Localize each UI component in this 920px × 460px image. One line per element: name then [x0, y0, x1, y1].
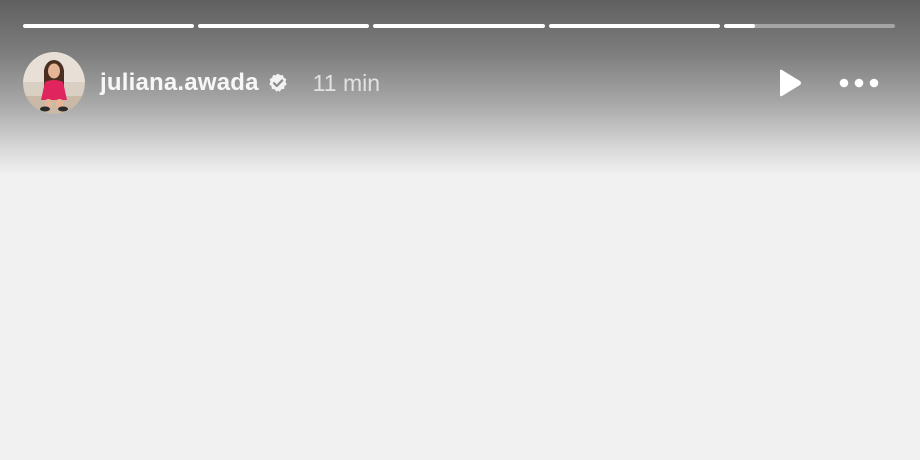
progress-segment-3 [373, 24, 545, 28]
progress-segment-4 [548, 24, 720, 28]
verified-badge-icon [267, 72, 289, 94]
progress-segment-fill [373, 24, 545, 28]
story-header: juliana.awada 11 min [23, 52, 895, 114]
progress-segment-fill [198, 24, 370, 28]
story-progress-bar [23, 24, 896, 29]
avatar-image [23, 52, 85, 114]
progress-segment-fill [723, 24, 755, 28]
progress-segment-5 [723, 24, 896, 28]
avatar[interactable] [23, 52, 85, 114]
play-icon [780, 69, 801, 97]
progress-segment-fill [548, 24, 720, 28]
timestamp: 11 min [312, 69, 380, 96]
username[interactable]: juliana.awada [100, 69, 259, 97]
progress-segment-fill [23, 24, 195, 28]
more-options-button[interactable] [837, 63, 881, 103]
play-button[interactable] [769, 63, 809, 103]
progress-segment-2 [198, 24, 370, 28]
more-horizontal-icon [839, 78, 879, 88]
story-viewer: juliana.awada 11 min [0, 0, 920, 460]
progress-segment-1 [23, 24, 195, 28]
